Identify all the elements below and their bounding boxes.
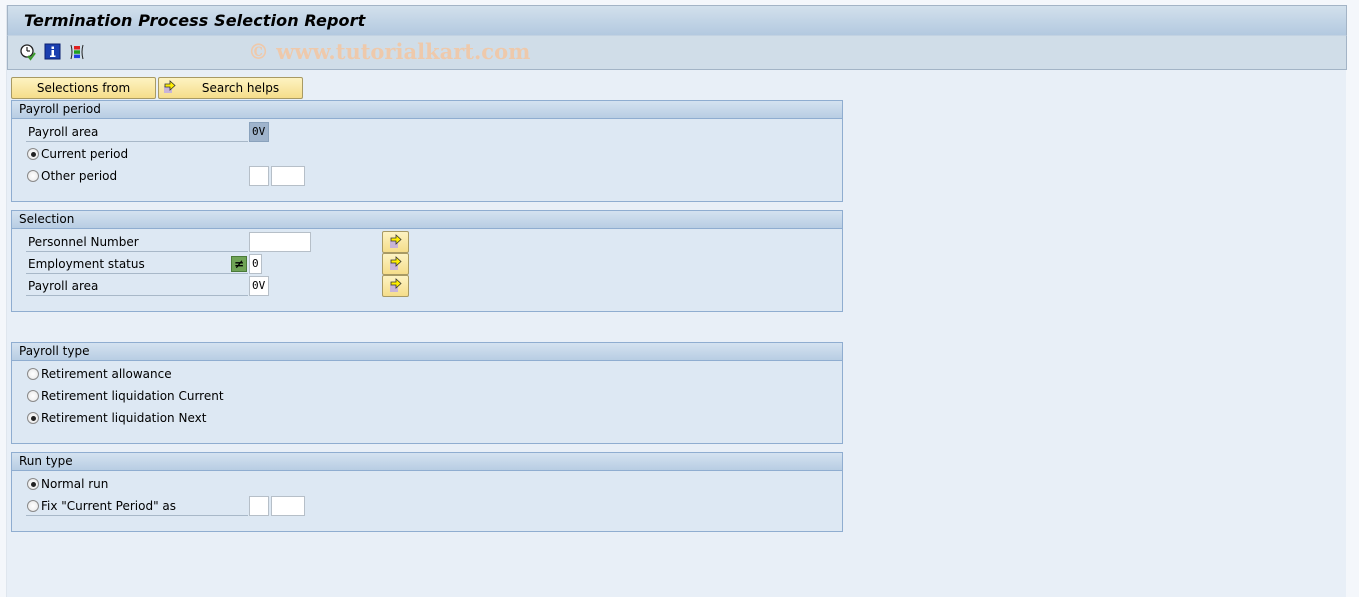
retirement-liquidation-next-radio[interactable]: Retirement liquidation Next xyxy=(27,409,206,427)
other-period-label: Other period xyxy=(41,169,118,183)
other-period-radio[interactable]: Other period xyxy=(27,167,117,185)
radio-indicator xyxy=(27,500,39,512)
title-bar: Termination Process Selection Report xyxy=(7,5,1347,36)
run-type-panel: Run type Normal run Fix "Current Period"… xyxy=(11,452,843,532)
multiple-selection-button[interactable] xyxy=(382,275,409,297)
employment-status-field[interactable]: 0 xyxy=(249,254,262,274)
fix-period-field-1[interactable] xyxy=(249,496,269,516)
info-icon[interactable] xyxy=(44,43,62,61)
fix-current-period-radio[interactable]: Fix "Current Period" as xyxy=(27,497,176,515)
payroll-area-field[interactable]: 0V xyxy=(249,122,269,142)
fix-period-field-2[interactable] xyxy=(271,496,305,516)
retirement-allowance-label: Retirement allowance xyxy=(41,367,172,381)
selection-panel: Selection Personnel Number Employment st… xyxy=(11,210,843,312)
current-period-label: Current period xyxy=(41,147,129,161)
radio-indicator xyxy=(27,170,39,182)
selection-title: Selection xyxy=(12,211,842,229)
search-helps-button[interactable]: Search helps xyxy=(158,77,303,99)
multiple-selection-button[interactable] xyxy=(382,231,409,253)
normal-run-radio[interactable]: Normal run xyxy=(27,475,108,493)
label-underline xyxy=(26,515,248,516)
radio-indicator xyxy=(27,478,39,490)
payroll-type-title: Payroll type xyxy=(12,343,842,361)
selections-from-button[interactable]: Selections from xyxy=(11,77,156,99)
retirement-liquidation-current-radio[interactable]: Retirement liquidation Current xyxy=(27,387,224,405)
retirement-liquidation-current-label: Retirement liquidation Current xyxy=(41,389,224,403)
normal-run-label: Normal run xyxy=(41,477,109,491)
employment-status-label: Employment status xyxy=(28,257,145,271)
other-period-field-1[interactable] xyxy=(249,166,269,186)
selections-from-label: Selections from xyxy=(36,81,131,95)
current-period-radio[interactable]: Current period xyxy=(27,145,128,163)
watermark: © www.tutorialkart.com xyxy=(248,39,531,64)
payroll-area-label: Payroll area xyxy=(28,279,99,293)
execute-clock-icon[interactable] xyxy=(19,43,37,61)
page-title: Termination Process Selection Report xyxy=(24,11,366,30)
other-period-field-2[interactable] xyxy=(271,166,305,186)
sap-window: Termination Process Selection Report © w… xyxy=(6,5,1347,597)
radio-indicator xyxy=(27,390,39,402)
payroll-period-panel: Payroll period Payroll area 0V Current p… xyxy=(11,100,843,202)
payroll-period-title: Payroll period xyxy=(12,101,842,119)
multiple-selection-button[interactable] xyxy=(382,253,409,275)
retirement-allowance-radio[interactable]: Retirement allowance xyxy=(27,365,172,383)
personnel-number-field[interactable] xyxy=(249,232,311,252)
run-type-title: Run type xyxy=(12,453,842,471)
label-underline xyxy=(26,141,248,142)
fix-current-period-label: Fix "Current Period" as xyxy=(41,499,177,513)
application-toolbar: © www.tutorialkart.com xyxy=(7,36,1347,70)
payroll-area-field[interactable]: 0V xyxy=(249,276,269,296)
label-underline xyxy=(26,273,248,274)
radio-indicator xyxy=(27,148,39,160)
label-underline xyxy=(26,295,248,296)
radio-indicator xyxy=(27,412,39,424)
payroll-area-label: Payroll area xyxy=(28,125,99,139)
label-underline xyxy=(26,251,248,252)
search-helps-label: Search helps xyxy=(201,81,280,95)
personnel-number-label: Personnel Number xyxy=(28,235,139,249)
retirement-liquidation-next-label: Retirement liquidation Next xyxy=(41,411,207,425)
not-equal-operator-button[interactable]: ≠ xyxy=(231,256,247,272)
payroll-type-panel: Payroll type Retirement allowance Retire… xyxy=(11,342,843,444)
selection-options-icon[interactable] xyxy=(68,43,86,61)
radio-indicator xyxy=(27,368,39,380)
arrow-right-icon xyxy=(163,80,177,97)
